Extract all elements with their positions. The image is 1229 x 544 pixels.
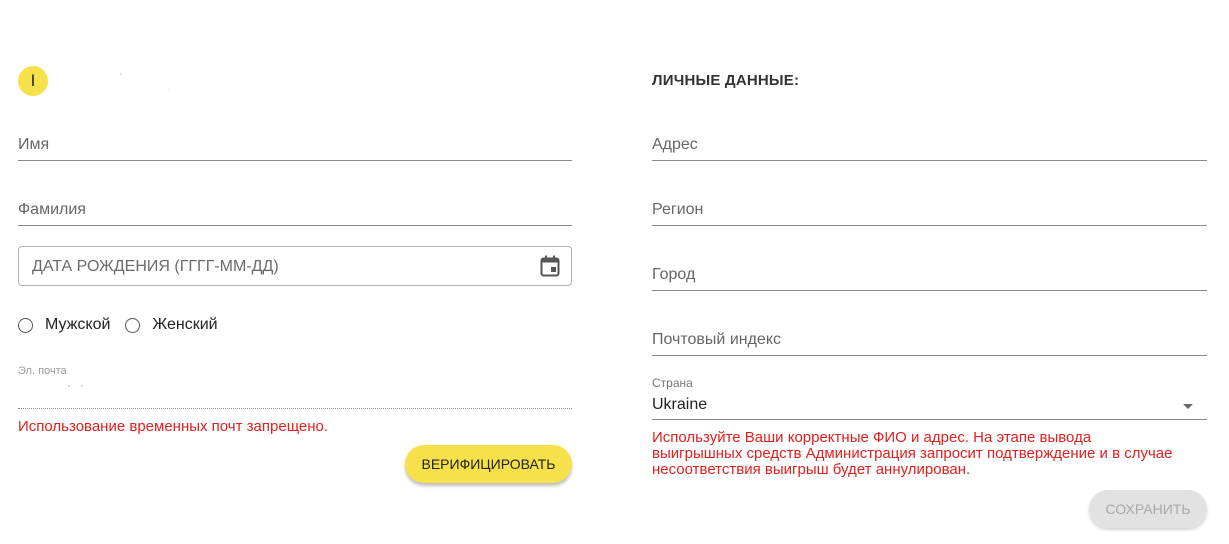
first-name-field[interactable]: Имя	[18, 132, 572, 161]
gender-radio-label: Женский	[152, 316, 218, 333]
personal-data-title: ЛИЧНЫЕ ДАННЫЕ:	[652, 72, 800, 89]
calendar-icon[interactable]	[540, 255, 560, 277]
radio-circle-icon[interactable]	[18, 317, 33, 333]
dropdown-arrow-icon[interactable]	[1183, 404, 1193, 409]
email-value-redacted[interactable]	[68, 384, 84, 387]
gender-radio-group: Мужской Женский	[18, 315, 233, 335]
gender-radio-female[interactable]: Женский	[125, 316, 218, 334]
gender-radio-male[interactable]: Мужской	[18, 316, 110, 334]
address-field[interactable]: Адрес	[652, 132, 1207, 161]
verify-button[interactable]: ВЕРИФИЦИРОВАТЬ	[405, 445, 572, 483]
email-label: Эл. почта	[18, 365, 67, 377]
postal-code-placeholder: Почтовый индекс	[652, 331, 781, 348]
country-label: Страна	[652, 376, 693, 390]
avatar-letter: I	[30, 71, 36, 90]
country-value: Ukraine	[652, 396, 708, 413]
city-field[interactable]: Город	[652, 262, 1207, 291]
last-name-placeholder: Фамилия	[18, 201, 86, 218]
blurred-name-dot	[168, 89, 169, 90]
address-placeholder: Адрес	[652, 136, 698, 153]
gender-radio-label: Мужской	[45, 316, 111, 333]
region-placeholder: Регион	[652, 201, 704, 218]
email-error-message: Использование временных почт запрещено.	[18, 418, 328, 435]
personal-data-notice: Используйте Ваши корректные ФИО и адрес.…	[652, 429, 1173, 478]
avatar: I	[18, 66, 48, 96]
country-select[interactable]: Ukraine	[652, 393, 1207, 420]
save-button[interactable]: СОХРАНИТЬ	[1089, 490, 1207, 528]
last-name-field[interactable]: Фамилия	[18, 197, 572, 226]
postal-code-field[interactable]: Почтовый индекс	[652, 327, 1207, 356]
city-placeholder: Город	[652, 266, 696, 283]
radio-circle-icon[interactable]	[125, 317, 141, 333]
birth-date-placeholder: ДАТА РОЖДЕНИЯ (ГГГГ-ММ-ДД)	[32, 258, 279, 275]
first-name-placeholder: Имя	[18, 136, 50, 153]
blurred-name-dot	[120, 73, 122, 75]
email-field[interactable]	[18, 408, 572, 409]
region-field[interactable]: Регион	[652, 197, 1207, 226]
birth-date-field[interactable]: ДАТА РОЖДЕНИЯ (ГГГГ-ММ-ДД)	[18, 246, 572, 286]
